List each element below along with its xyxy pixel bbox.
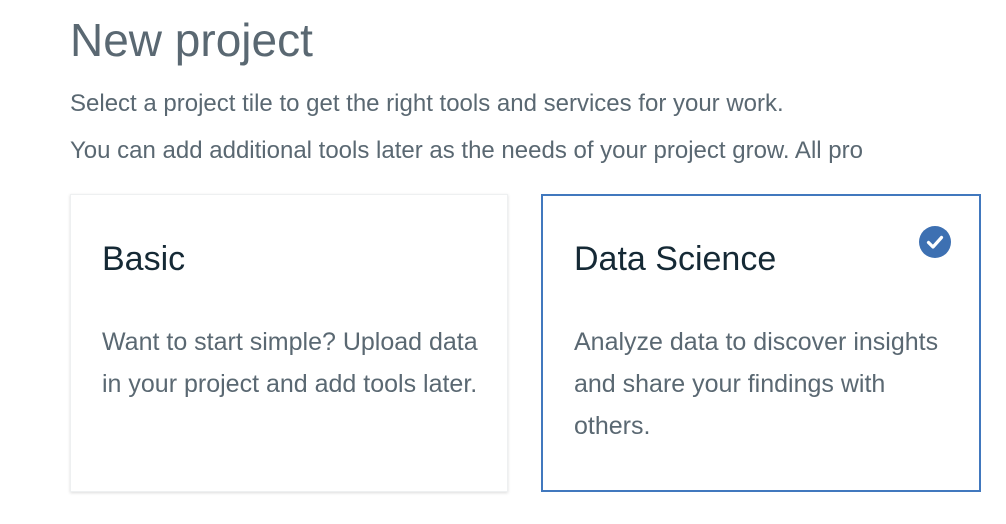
tile-description-data-science: Analyze data to discover insights and sh… [574, 328, 939, 440]
intro-text-line-1: Select a project tile to get the right t… [70, 90, 784, 117]
tile-title-data-science: Data Science [574, 240, 777, 278]
tile-description-basic: Want to start simple? Upload data in you… [102, 328, 478, 398]
intro-text-line-2: You can add additional tools later as th… [70, 137, 863, 164]
checkmark-circle-icon [919, 226, 951, 258]
tile-title-basic: Basic [102, 240, 186, 278]
project-tile-data-science[interactable]: Data Science Analyze data to discover in… [541, 194, 981, 492]
page-title: New project [70, 14, 313, 66]
project-tile-basic[interactable]: Basic Want to start simple? Upload data … [70, 194, 508, 492]
